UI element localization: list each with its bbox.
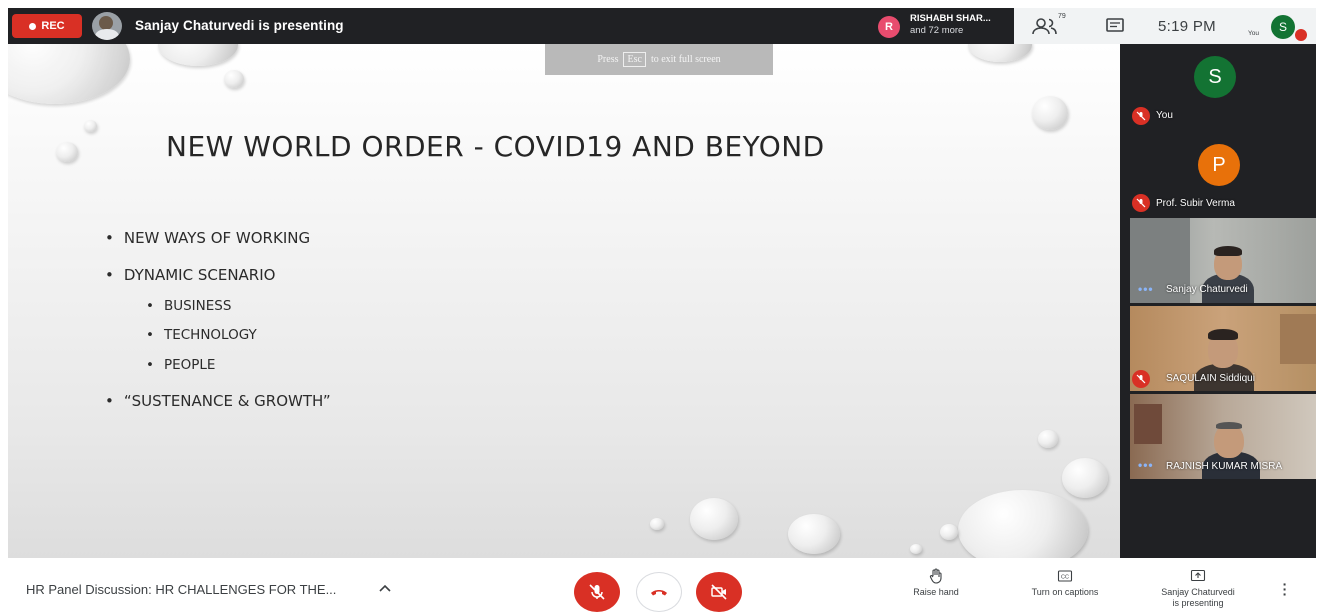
recording-badge: REC	[12, 14, 82, 38]
esc-key: Esc	[623, 52, 646, 67]
slide-bullet: • “SUSTENANCE & GROWTH”	[105, 392, 331, 410]
mic-off-icon	[1132, 107, 1150, 125]
water-drop-decoration	[84, 120, 97, 132]
hang-up-icon	[651, 590, 667, 596]
self-avatar[interactable]: S	[1271, 15, 1295, 39]
water-drop-decoration	[8, 44, 130, 104]
leave-call-button[interactable]	[636, 572, 682, 612]
participant-name: You	[1156, 110, 1173, 121]
participant-name: SAQULAIN Siddiqui	[1166, 373, 1255, 384]
water-drop-decoration	[158, 44, 238, 66]
captions-button[interactable]: CC Turn on captions	[1010, 568, 1120, 598]
water-drop-decoration	[788, 514, 840, 554]
slide-title: NEW WORLD ORDER - COVID19 AND BEYOND	[166, 130, 825, 163]
more-options-icon[interactable]: •••	[1138, 282, 1154, 296]
camera-toggle-button[interactable]	[696, 572, 742, 612]
meeting-title[interactable]: HR Panel Discussion: HR CHALLENGES FOR T…	[26, 582, 336, 597]
participant-name: Sanjay Chaturvedi	[1166, 284, 1248, 295]
water-drop-decoration	[910, 544, 922, 554]
water-drop-decoration	[1032, 96, 1068, 130]
camera-off-icon	[711, 584, 727, 600]
raise-hand-label: Raise hand	[913, 587, 959, 597]
presenting-label: Sanjay Chaturvedi is presenting	[1161, 587, 1235, 608]
record-dot-icon	[29, 22, 37, 30]
top-controls: 79 5:19 PM You S	[1014, 8, 1316, 44]
fullscreen-hint-prefix: Press	[597, 54, 619, 65]
you-label: You	[1248, 30, 1259, 37]
mic-off-icon	[589, 584, 605, 600]
chat-icon[interactable]	[1106, 18, 1124, 34]
mic-off-icon	[1132, 194, 1150, 212]
water-drop-decoration	[940, 524, 958, 540]
people-icon[interactable]	[1032, 17, 1058, 35]
participant-name: RISHABH SHAR...	[910, 13, 991, 24]
participant-avatar: P	[1198, 144, 1240, 186]
fullscreen-hint: Press Esc to exit full screen	[545, 44, 773, 75]
more-options-icon[interactable]: •••	[1138, 458, 1154, 472]
water-drop-decoration	[968, 44, 1032, 62]
captions-label: Turn on captions	[1031, 587, 1099, 597]
mic-toggle-button[interactable]	[574, 572, 620, 612]
water-drop-decoration	[958, 490, 1088, 558]
participant-summary[interactable]: RISHABH SHAR... and 72 more	[910, 13, 991, 37]
participant-name: RAJNISH KUMAR MISRA	[1166, 461, 1283, 472]
water-drop-decoration	[1062, 458, 1108, 498]
participant-more: and 72 more	[910, 25, 964, 36]
participant-avatar[interactable]: R	[878, 16, 900, 38]
top-bar: REC Sanjay Chaturvedi is presenting R RI…	[8, 8, 1316, 44]
fullscreen-hint-suffix: to exit full screen	[650, 54, 721, 65]
bottom-bar: HR Panel Discussion: HR CHALLENGES FOR T…	[8, 558, 1316, 616]
slide-sub-bullet: • PEOPLE	[146, 357, 216, 373]
present-button[interactable]: Sanjay Chaturvedi is presenting	[1143, 568, 1253, 609]
participant-video-tile[interactable]: ••• RAJNISH KUMAR MISRA	[1130, 394, 1316, 479]
participant-avatar: S	[1194, 56, 1236, 98]
more-options-icon[interactable]: · · ·	[1281, 577, 1289, 601]
participant-video-tile[interactable]: SAQULAIN Siddiqui	[1130, 306, 1316, 391]
mic-off-icon	[1295, 29, 1307, 41]
presenter-avatar	[92, 12, 122, 40]
water-drop-decoration	[690, 498, 738, 540]
slide-sub-bullet: • BUSINESS	[146, 298, 232, 314]
participant-name: Prof. Subir Verma	[1156, 198, 1235, 209]
slide-bullet: • DYNAMIC SCENARIO	[105, 266, 276, 284]
meet-window: REC Sanjay Chaturvedi is presenting R RI…	[0, 0, 1317, 616]
presenting-status: Sanjay Chaturvedi is presenting	[135, 18, 344, 33]
raise-hand-icon	[929, 568, 942, 584]
slide-bullet: • NEW WAYS OF WORKING	[105, 229, 311, 247]
raise-hand-button[interactable]: Raise hand	[881, 568, 991, 598]
presentation-slide: Press Esc to exit full screen NEW WORLD …	[8, 44, 1120, 558]
water-drop-decoration	[1038, 430, 1058, 448]
water-drop-decoration	[224, 70, 244, 88]
water-drop-decoration	[650, 518, 664, 530]
clock: 5:19 PM	[1158, 18, 1216, 35]
people-count: 79	[1058, 13, 1066, 20]
captions-icon: CC	[1057, 570, 1073, 582]
slide-sub-bullet: • TECHNOLOGY	[146, 327, 257, 343]
water-drop-decoration	[56, 142, 78, 162]
participants-panel: S You P Prof. Subir Verma ••• Sanjay Cha…	[1120, 44, 1316, 558]
svg-text:CC: CC	[1061, 575, 1069, 581]
present-icon	[1190, 569, 1206, 582]
chevron-up-icon[interactable]	[379, 583, 391, 593]
participant-video-tile[interactable]: ••• Sanjay Chaturvedi	[1130, 218, 1316, 303]
recording-label: REC	[41, 20, 65, 32]
mic-off-icon	[1132, 370, 1150, 388]
